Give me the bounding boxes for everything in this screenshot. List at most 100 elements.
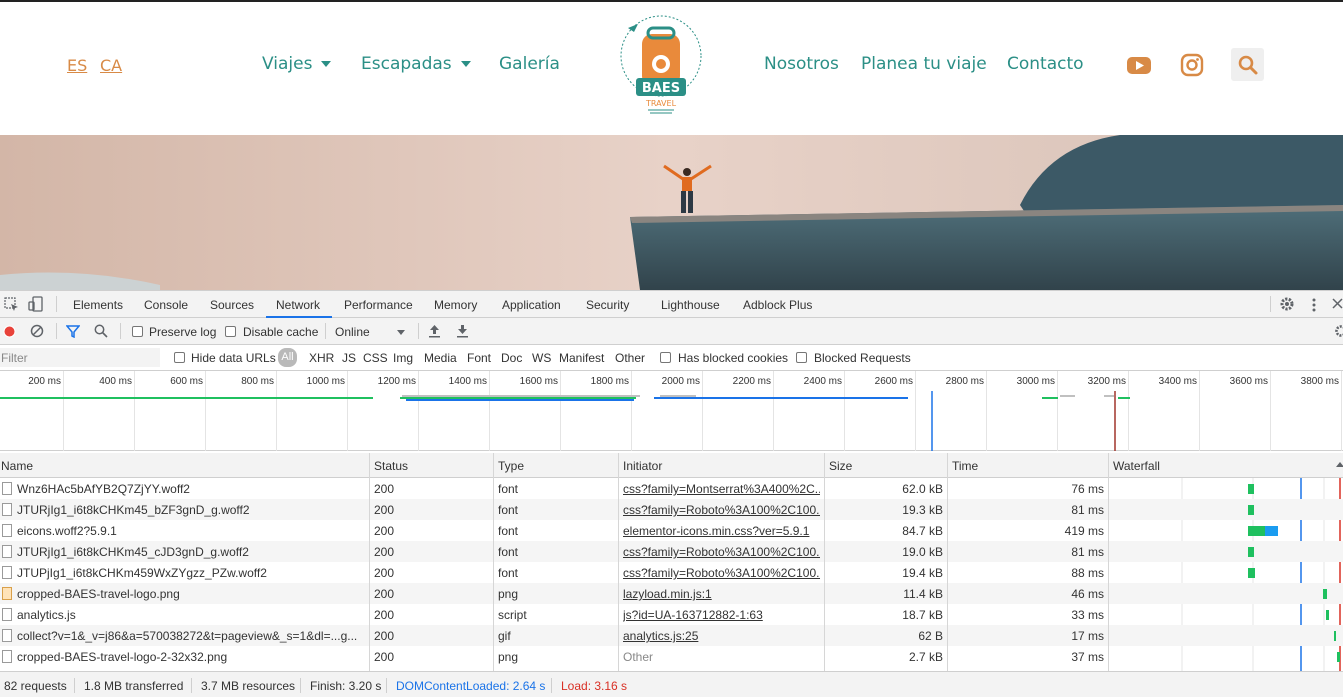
request-status: 200 <box>374 650 395 664</box>
column-separator[interactable] <box>369 453 370 671</box>
clear-icon[interactable] <box>30 324 44 341</box>
has-blocked-cookies-label: Has blocked cookies <box>678 351 789 365</box>
type-filter-xhr[interactable]: XHR <box>309 351 334 365</box>
request-initiator[interactable]: js?id=UA-163712882-1:63 <box>623 608 820 622</box>
request-size: 84.7 kB <box>902 524 943 538</box>
filter-icon[interactable] <box>65 324 81 341</box>
table-row[interactable]: cropped-BAES-travel-logo.png 200 png lazylo… <box>0 583 1343 604</box>
nav-viajes-label: Viajes <box>262 54 313 74</box>
table-row[interactable]: JTURjIg1_i6t8kCHKm45_bZF3gnD_g.woff2 200 f… <box>0 499 1343 520</box>
tab-sources[interactable]: Sources <box>210 298 254 312</box>
tab-adblock-plus[interactable]: Adblock Plus <box>743 298 812 312</box>
column-name[interactable]: Name <box>1 459 33 473</box>
gear-icon[interactable] <box>1279 296 1295 315</box>
tab-lighthouse[interactable]: Lighthouse <box>661 298 720 312</box>
request-name: JTURjIg1_i6t8kCHKm45_cJD3gnD_g.woff2 <box>17 545 249 559</box>
type-filter-img[interactable]: Img <box>393 351 413 365</box>
nav-viajes[interactable]: Viajes <box>262 54 332 74</box>
type-filter-media[interactable]: Media <box>424 351 457 365</box>
request-name: JTUPjIg1_i6t8kCHKm459WxZYgzz_PZw.woff2 <box>17 566 267 580</box>
disable-cache-label: Disable cache <box>243 325 319 339</box>
export-har-icon[interactable] <box>456 324 469 341</box>
nav-planea-tu-viaje[interactable]: Planea tu viaje <box>861 54 987 74</box>
site-search-button[interactable] <box>1231 48 1264 81</box>
more-options-icon[interactable] <box>1309 297 1319 316</box>
instagram-icon[interactable] <box>1179 52 1205 78</box>
type-filter-font[interactable]: Font <box>467 351 491 365</box>
request-initiator[interactable]: css?family=Roboto%3A100%2C100... <box>623 545 820 559</box>
column-status[interactable]: Status <box>374 459 408 473</box>
waterfall-bar <box>1334 631 1336 641</box>
column-separator[interactable] <box>1108 453 1109 671</box>
nav-contacto[interactable]: Contacto <box>1007 54 1084 74</box>
disable-cache-checkbox[interactable] <box>225 326 236 337</box>
column-separator[interactable] <box>618 453 619 671</box>
column-separator[interactable] <box>493 453 494 671</box>
import-har-icon[interactable] <box>428 324 441 341</box>
tab-console[interactable]: Console <box>144 298 188 312</box>
request-initiator[interactable]: lazyload.min.js:1 <box>623 587 820 601</box>
column-type[interactable]: Type <box>498 459 524 473</box>
type-filter-all[interactable]: All <box>278 348 297 367</box>
tab-memory[interactable]: Memory <box>434 298 477 312</box>
lang-ca-link[interactable]: CA <box>100 56 122 75</box>
lang-es-link[interactable]: ES <box>67 56 87 75</box>
separator <box>120 323 121 339</box>
request-initiator[interactable]: analytics.js:25 <box>623 629 820 643</box>
table-row[interactable]: eicons.woff2?5.9.1 200 font elementor-icons… <box>0 520 1343 541</box>
type-filter-js[interactable]: JS <box>342 351 356 365</box>
table-row[interactable]: JTUPjIg1_i6t8kCHKm459WxZYgzz_PZw.woff2 20… <box>0 562 1343 583</box>
column-time[interactable]: Time <box>952 459 978 473</box>
column-size[interactable]: Size <box>829 459 852 473</box>
nav-galeria[interactable]: Galería <box>499 54 560 74</box>
column-waterfall[interactable]: Waterfall <box>1113 459 1160 473</box>
request-type: script <box>498 608 527 622</box>
request-type: font <box>498 545 519 559</box>
table-row[interactable]: cropped-BAES-travel-logo-2-32x32.png 200 p… <box>0 646 1343 667</box>
tab-security[interactable]: Security <box>586 298 629 312</box>
blocked-requests-checkbox[interactable] <box>796 352 807 363</box>
nav-escapadas-label: Escapadas <box>361 54 452 74</box>
tab-application[interactable]: Application <box>502 298 561 312</box>
network-overview-timeline[interactable]: 200 ms 400 ms 600 ms 800 ms 1000 ms 1200 ms 14… <box>0 371 1343 451</box>
network-settings-gear-icon[interactable] <box>1334 324 1343 341</box>
type-filter-ws[interactable]: WS <box>532 351 551 365</box>
type-filter-css[interactable]: CSS <box>363 351 388 365</box>
filter-input[interactable]: Filter <box>0 348 160 367</box>
close-icon[interactable] <box>1332 298 1343 312</box>
table-row[interactable]: JTURjIg1_i6t8kCHKm45_cJD3gnD_g.woff2 200 f… <box>0 541 1343 562</box>
table-row[interactable]: collect?v=1&_v=j86&a=570038272&t=pagevie… <box>0 625 1343 646</box>
request-initiator[interactable]: css?family=Roboto%3A100%2C100... <box>623 566 820 580</box>
site-logo[interactable]: BAES TRAVEL <box>618 12 704 122</box>
has-blocked-cookies-checkbox[interactable] <box>660 352 671 363</box>
network-toolbar: Preserve log Disable cache Online <box>0 318 1343 345</box>
device-toolbar-icon[interactable] <box>28 296 44 315</box>
throttling-select[interactable]: Online <box>335 321 409 341</box>
type-filter-other[interactable]: Other <box>615 351 645 365</box>
search-icon[interactable] <box>94 324 108 341</box>
table-row[interactable]: Wnz6HAc5bAfYB2Q7ZjYY.woff2 200 font css?fam… <box>0 478 1343 499</box>
nav-nosotros[interactable]: Nosotros <box>764 54 839 74</box>
column-initiator[interactable]: Initiator <box>623 459 662 473</box>
waterfall-bar <box>1248 526 1265 536</box>
type-filter-manifest[interactable]: Manifest <box>559 351 604 365</box>
record-icon[interactable] <box>3 325 16 341</box>
waterfall-bar <box>1323 589 1327 599</box>
preserve-log-checkbox[interactable] <box>132 326 143 337</box>
file-icon <box>2 566 12 579</box>
tab-performance[interactable]: Performance <box>344 298 413 312</box>
inspect-element-icon[interactable] <box>4 297 19 315</box>
table-row[interactable]: analytics.js 200 script js?id=UA-163712882-… <box>0 604 1343 625</box>
column-separator[interactable] <box>947 453 948 671</box>
type-filter-doc[interactable]: Doc <box>501 351 522 365</box>
tab-elements[interactable]: Elements <box>73 298 123 312</box>
youtube-icon[interactable] <box>1126 52 1152 78</box>
hide-data-urls-checkbox[interactable] <box>174 352 185 363</box>
request-initiator[interactable]: elementor-icons.min.css?ver=5.9.1 <box>623 524 820 538</box>
request-initiator[interactable]: css?family=Roboto%3A100%2C100... <box>623 503 820 517</box>
tab-network[interactable]: Network <box>276 298 320 312</box>
request-name: cropped-BAES-travel-logo.png <box>17 587 180 601</box>
nav-escapadas[interactable]: Escapadas <box>361 54 471 74</box>
request-initiator[interactable]: css?family=Montserrat%3A400%2C... <box>623 482 820 496</box>
column-separator[interactable] <box>824 453 825 671</box>
